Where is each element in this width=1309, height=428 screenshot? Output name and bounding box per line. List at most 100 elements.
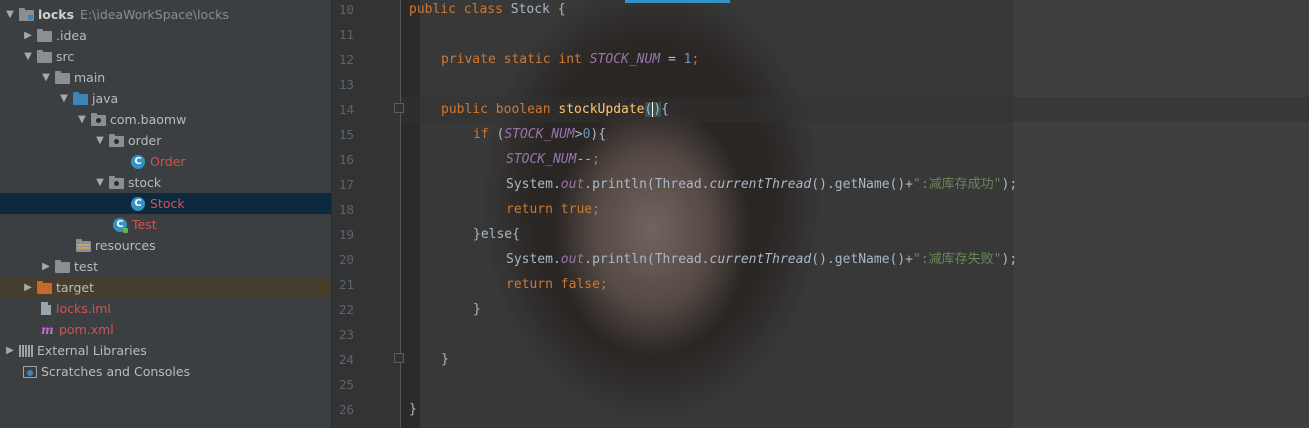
tree-item-order-class[interactable]: C Order	[0, 151, 331, 172]
resources-folder-icon	[76, 239, 91, 252]
code-line: }else{	[473, 222, 520, 247]
code-token: System.	[506, 252, 561, 267]
tree-item-main[interactable]: ▼ main	[0, 67, 331, 88]
tree-item-label: order	[128, 133, 162, 148]
chevron-down-icon[interactable]: ▼	[40, 72, 52, 84]
code-token: ){	[590, 127, 607, 142]
code-token: STOCK_NUM	[506, 152, 577, 167]
tree-item-label: Test	[132, 217, 157, 232]
tree-item-stock-class[interactable]: C Stock	[0, 193, 331, 214]
tree-item-external-libraries[interactable]: ▶ External Libraries	[0, 340, 331, 361]
tree-item-resources[interactable]: resources	[0, 235, 331, 256]
chevron-down-icon[interactable]: ▼	[76, 114, 88, 126]
module-folder-icon	[19, 8, 34, 21]
line-number: 15	[338, 127, 354, 142]
chevron-right-icon[interactable]: ▶	[22, 30, 34, 42]
chevron-right-icon[interactable]: ▶	[4, 345, 16, 357]
fold-marker-icon[interactable]	[394, 353, 404, 363]
tree-item-label: src	[56, 49, 75, 64]
code-token: currentThread	[709, 177, 812, 192]
code-token: public boolean	[441, 102, 559, 117]
project-path: E:\ideaWorkSpace\locks	[80, 7, 229, 22]
package-icon	[91, 113, 106, 126]
line-number: 19	[338, 227, 354, 242]
code-token: ":减库存失败"	[913, 252, 1002, 267]
fold-marker-icon[interactable]	[394, 103, 404, 113]
code-line: public boolean stockUpdate(){	[441, 97, 669, 122]
tree-item-label: test	[74, 259, 99, 274]
code-line: }	[409, 397, 417, 422]
tree-item-src[interactable]: ▼ src	[0, 46, 331, 67]
chevron-down-icon[interactable]: ▼	[58, 93, 70, 105]
code-line: private static int STOCK_NUM = 1;	[441, 47, 699, 72]
code-token: public class	[409, 2, 511, 17]
tree-item-locks-iml[interactable]: locks.iml	[0, 298, 331, 319]
code-token: private static int	[441, 52, 590, 67]
source-folder-icon	[73, 92, 88, 105]
code-line: if (STOCK_NUM>0){	[473, 122, 606, 147]
tree-item-label: java	[92, 91, 119, 106]
code-token: =	[660, 52, 684, 67]
code-line: STOCK_NUM--;	[506, 147, 600, 172]
tree-item-label: locks	[38, 7, 75, 22]
chevron-right-icon[interactable]: ▶	[40, 261, 52, 273]
code-token: }else{	[473, 227, 520, 242]
chevron-down-icon[interactable]: ▼	[94, 177, 106, 189]
tree-item-idea[interactable]: ▶ .idea	[0, 25, 331, 46]
tree-item-label: Scratches and Consoles	[41, 364, 191, 379]
tree-item-target[interactable]: ▶ target	[0, 277, 331, 298]
code-token: ;	[592, 202, 600, 217]
chevron-down-icon[interactable]: ▼	[4, 9, 16, 21]
chevron-down-icon[interactable]: ▼	[94, 135, 106, 147]
code-token: ;	[592, 152, 600, 167]
chevron-right-icon[interactable]: ▶	[22, 282, 34, 294]
excluded-folder-icon	[37, 281, 52, 294]
folder-icon	[55, 260, 70, 273]
code-line: System.out.println(Thread.currentThread(…	[506, 247, 1017, 272]
code-token: if	[473, 127, 497, 142]
code-token: }	[441, 352, 449, 367]
chevron-down-icon[interactable]: ▼	[22, 51, 34, 63]
tree-item-com-baomw[interactable]: ▼ com.baomw	[0, 109, 331, 130]
code-token: STOCK_NUM	[589, 52, 661, 67]
code-line: }	[441, 347, 449, 372]
tree-item-test[interactable]: ▶ test	[0, 256, 331, 277]
code-line: }	[473, 297, 481, 322]
tree-item-label: target	[56, 280, 95, 295]
code-token: ":减库存成功"	[913, 177, 1002, 192]
line-number: 13	[338, 77, 354, 92]
code-token: }	[409, 402, 417, 417]
line-number: 21	[338, 277, 354, 292]
iml-file-icon	[41, 302, 51, 315]
tree-item-label: Order	[150, 154, 186, 169]
maven-icon: m	[41, 322, 54, 337]
tree-item-label: .idea	[56, 28, 87, 43]
tree-item-test-class[interactable]: C Test	[0, 214, 331, 235]
tree-item-java[interactable]: ▼ java	[0, 88, 331, 109]
line-number: 24	[338, 352, 354, 367]
code-token: stockUpdate	[558, 102, 645, 117]
code-token: --	[576, 152, 593, 167]
tree-item-pom-xml[interactable]: m pom.xml	[0, 319, 331, 340]
code-token: .println(Thread.	[584, 252, 710, 267]
tree-item-order-package[interactable]: ▼ order	[0, 130, 331, 151]
code-token: ().getName()+	[811, 177, 914, 192]
code-line: public class Stock {	[409, 0, 566, 22]
code-token: {	[661, 102, 669, 117]
scroll-marker	[625, 0, 730, 3]
class-icon: C	[131, 196, 145, 211]
tree-item-locks[interactable]: ▼ locks E:\ideaWorkSpace\locks	[0, 4, 331, 25]
tree-item-label: pom.xml	[59, 322, 114, 337]
code-token: STOCK_NUM	[504, 127, 575, 142]
code-token: currentThread	[709, 252, 812, 267]
code-token: ().getName()+	[811, 252, 914, 267]
code-token: >	[574, 127, 583, 142]
code-line: System.out.println(Thread.currentThread(…	[506, 172, 1017, 197]
tree-item-scratches[interactable]: Scratches and Consoles	[0, 361, 331, 382]
line-number: 26	[338, 402, 354, 417]
library-icon	[19, 344, 33, 357]
tree-item-stock-package[interactable]: ▼ stock	[0, 172, 331, 193]
package-icon	[109, 176, 124, 189]
code-line: return false;	[506, 272, 608, 297]
gutter-separator	[400, 0, 401, 428]
